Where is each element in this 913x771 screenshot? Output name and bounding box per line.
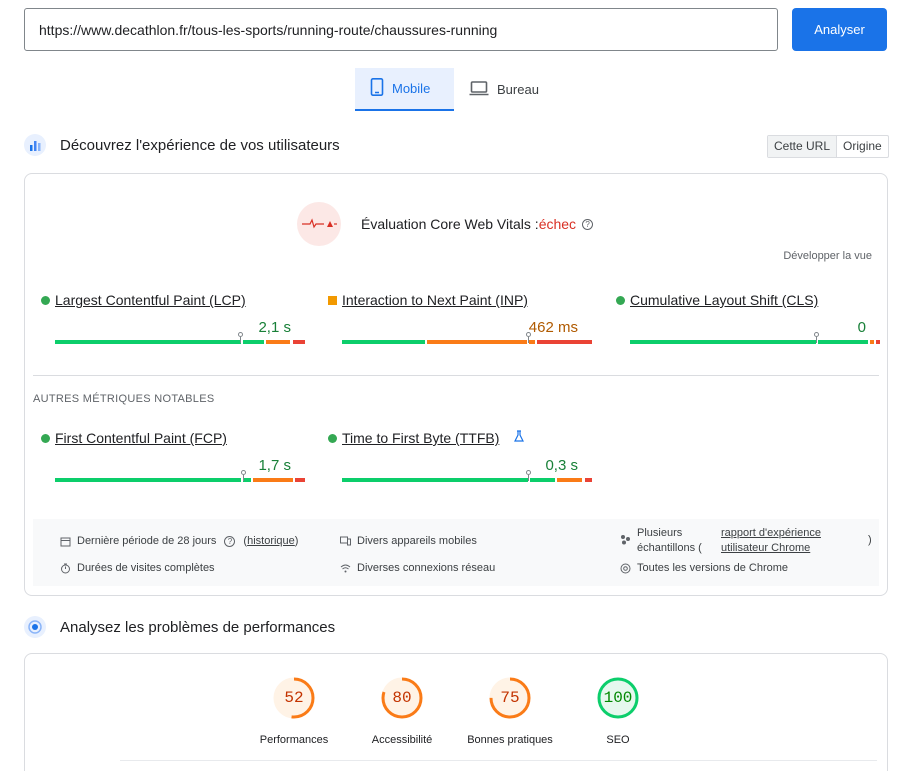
help-icon[interactable]: ? — [224, 535, 236, 547]
cwv-result: échec — [538, 216, 577, 232]
info-devices-text: Divers appareils mobiles — [357, 535, 477, 547]
device-tabs: Mobile Bureau — [355, 68, 554, 111]
info-period: Dernière période de 28 jours ? (historiq… — [60, 535, 298, 547]
score-ring: 52 — [272, 676, 316, 720]
calendar-icon — [60, 536, 71, 547]
info-samples: Plusieurs échantillons ( rapport d'expér… — [620, 526, 872, 556]
data-info-box: Dernière période de 28 jours ? (historiq… — [33, 519, 879, 586]
metric-cls-distribution — [630, 332, 880, 344]
tab-desktop[interactable]: Bureau — [454, 68, 554, 111]
metric-ttfb-value: 0,3 s — [545, 457, 578, 474]
info-chrome-text: Toutes les versions de Chrome — [637, 562, 789, 574]
url-origin-toggle: Cette URL Origine — [767, 135, 889, 158]
score-value: 80 — [392, 689, 412, 707]
cwv-assessment: Évaluation Core Web Vitals : échec ? — [297, 202, 594, 246]
average-status-icon — [328, 296, 337, 305]
toggle-origin[interactable]: Origine — [837, 136, 888, 157]
info-visits: Durées de visites complètes — [60, 562, 215, 574]
percentile-marker — [241, 470, 246, 481]
help-icon[interactable]: ? — [582, 218, 594, 230]
gauges-divider — [120, 760, 877, 761]
score-label: Accessibilité — [371, 734, 433, 746]
metric-inp-distribution — [342, 332, 592, 344]
tab-desktop-label: Bureau — [497, 82, 539, 97]
percentile-marker — [526, 332, 531, 343]
metric-lcp-name[interactable]: Largest Contentful Paint (LCP) — [55, 292, 246, 308]
metrics-divider — [33, 375, 879, 376]
timer-icon — [60, 563, 71, 574]
field-data-title: Découvrez l'expérience de vos utilisateu… — [60, 136, 340, 154]
metric-fcp-name[interactable]: First Contentful Paint (FCP) — [55, 430, 227, 446]
metric-ttfb-distribution — [342, 470, 592, 482]
metric-lcp-value: 2,1 s — [258, 319, 291, 336]
info-network: Diverses connexions réseau — [340, 562, 495, 574]
percentile-marker — [526, 470, 531, 481]
score-gauge[interactable]: 52 Performances — [249, 676, 339, 746]
metric-fcp-value: 1,7 s — [258, 457, 291, 474]
score-ring: 80 — [380, 676, 424, 720]
score-label: SEO — [606, 734, 630, 746]
paren-close: ) — [294, 535, 299, 547]
tab-mobile[interactable]: Mobile — [355, 68, 454, 111]
info-samples-suffix: ) — [868, 534, 872, 546]
field-data-card: Évaluation Core Web Vitals : échec ? Dév… — [24, 173, 888, 596]
score-ring: 100 — [596, 676, 640, 720]
cwv-label: Évaluation Core Web Vitals : — [361, 216, 539, 232]
score-label: Performances — [259, 734, 329, 746]
score-value: 100 — [603, 689, 633, 707]
metric-inp-value: 462 ms — [528, 319, 578, 336]
wifi-icon — [340, 563, 351, 574]
metric-lcp-distribution — [55, 332, 305, 344]
score-value: 75 — [500, 689, 520, 707]
score-gauge[interactable]: 75 Bonnes pratiques — [465, 676, 555, 746]
metric-inp-name[interactable]: Interaction to Next Paint (INP) — [342, 292, 528, 308]
mobile-icon — [370, 78, 384, 99]
good-status-icon — [328, 434, 337, 443]
crux-report-link[interactable]: rapport d'expérience utilisateur Chrome — [721, 526, 836, 556]
metric-cls-value: 0 — [857, 319, 866, 336]
metric-cls-name[interactable]: Cumulative Layout Shift (CLS) — [630, 292, 818, 308]
info-period-text: Dernière période de 28 jours — [77, 535, 217, 547]
good-status-icon — [41, 434, 50, 443]
tab-mobile-label: Mobile — [392, 81, 431, 96]
metric-fcp-distribution — [55, 470, 305, 482]
good-status-icon — [41, 296, 50, 305]
url-input[interactable] — [24, 8, 778, 51]
expand-view-link[interactable]: Développer la vue — [783, 250, 872, 262]
score-gauge[interactable]: 80 Accessibilité — [357, 676, 447, 746]
history-link[interactable]: historique — [247, 535, 295, 547]
score-gauge[interactable]: 100 SEO — [573, 676, 663, 746]
samples-icon — [620, 534, 631, 545]
other-metrics-heading: AUTRES MÉTRIQUES NOTABLES — [33, 393, 215, 405]
devices-icon — [340, 536, 351, 547]
experimental-flask-icon — [514, 429, 524, 447]
info-network-text: Diverses connexions réseau — [357, 562, 496, 574]
score-label: Bonnes pratiques — [467, 734, 553, 746]
lab-data-title: Analysez les problèmes de performances — [60, 618, 336, 636]
score-value: 52 — [284, 689, 304, 707]
info-devices: Divers appareils mobiles — [340, 535, 477, 547]
info-samples-text: Plusieurs échantillons ( — [637, 527, 702, 554]
score-ring: 75 — [488, 676, 532, 720]
field-data-heading: Découvrez l'expérience de vos utilisateu… — [24, 134, 340, 156]
chrome-icon — [620, 563, 631, 574]
analyze-button[interactable]: Analyser — [792, 8, 887, 51]
info-chrome-versions: Toutes les versions de Chrome — [620, 562, 788, 574]
lab-data-heading: Analysez les problèmes de performances — [24, 616, 335, 638]
users-chart-icon — [24, 134, 46, 156]
percentile-marker — [814, 332, 819, 343]
lab-data-card: 52 Performances 80 Accessibilité 75 Bonnes pr… — [24, 653, 888, 771]
laptop-icon — [469, 80, 489, 99]
toggle-this-url[interactable]: Cette URL — [768, 136, 838, 157]
percentile-marker — [238, 332, 243, 343]
info-visits-text: Durées de visites complètes — [77, 562, 215, 574]
metric-ttfb-name[interactable]: Time to First Byte (TTFB) — [342, 430, 499, 446]
diagnose-icon — [24, 616, 46, 638]
good-status-icon — [616, 296, 625, 305]
cwv-fail-icon — [297, 202, 341, 246]
